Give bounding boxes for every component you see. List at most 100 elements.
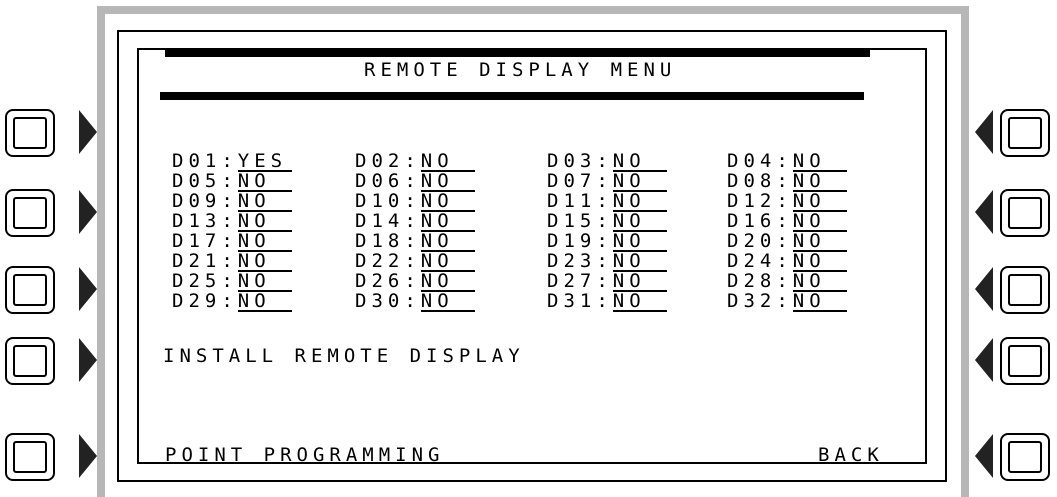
right-soft-key-5[interactable] <box>1000 433 1050 481</box>
display-setting-d13[interactable]: D13:NO <box>172 212 292 232</box>
back-option[interactable]: BACK <box>818 446 884 465</box>
display-value[interactable]: NO <box>612 292 667 312</box>
display-setting-d03[interactable]: D03:NO <box>547 152 667 172</box>
left-soft-key-1[interactable] <box>5 109 55 157</box>
display-setting-d15[interactable]: D15:NO <box>547 212 667 232</box>
display-id: D19 <box>547 230 597 252</box>
display-id: D29 <box>172 290 222 312</box>
display-setting-d21[interactable]: D21:NO <box>172 252 292 272</box>
display-id: D18 <box>355 230 405 252</box>
separator: : <box>404 230 421 252</box>
separator: : <box>596 210 613 232</box>
display-id: D27 <box>547 270 597 292</box>
display-setting-d26[interactable]: D26:NO <box>355 272 475 292</box>
separator: : <box>404 190 421 212</box>
left-arrow-icon-4 <box>79 338 97 382</box>
separator: : <box>776 230 793 252</box>
left-soft-key-4[interactable] <box>5 337 55 385</box>
separator: : <box>221 170 238 192</box>
display-setting-d04[interactable]: D04:NO <box>727 152 847 172</box>
separator: : <box>776 250 793 272</box>
display-setting-d25[interactable]: D25:NO <box>172 272 292 292</box>
right-soft-key-2[interactable] <box>1000 189 1050 237</box>
display-setting-d08[interactable]: D08:NO <box>727 172 847 192</box>
display-setting-d17[interactable]: D17:NO <box>172 232 292 252</box>
separator: : <box>404 170 421 192</box>
display-id: D01 <box>172 150 222 172</box>
display-id: D30 <box>355 290 405 312</box>
display-value[interactable]: NO <box>792 292 847 312</box>
display-id: D20 <box>727 230 777 252</box>
display-setting-d22[interactable]: D22:NO <box>355 252 475 272</box>
separator: : <box>776 270 793 292</box>
display-id: D24 <box>727 250 777 272</box>
separator: : <box>404 150 421 172</box>
display-value[interactable]: NO <box>237 292 292 312</box>
install-remote-display-label[interactable]: INSTALL REMOTE DISPLAY <box>163 347 525 366</box>
separator: : <box>221 270 238 292</box>
display-value[interactable]: NO <box>420 292 475 312</box>
display-setting-d05[interactable]: D05:NO <box>172 172 292 192</box>
display-setting-d14[interactable]: D14:NO <box>355 212 475 232</box>
separator: : <box>776 290 793 312</box>
display-setting-d02[interactable]: D02:NO <box>355 152 475 172</box>
display-id: D14 <box>355 210 405 232</box>
display-setting-d06[interactable]: D06:NO <box>355 172 475 192</box>
display-id: D16 <box>727 210 777 232</box>
separator: : <box>596 150 613 172</box>
display-setting-d24[interactable]: D24:NO <box>727 252 847 272</box>
display-setting-d11[interactable]: D11:NO <box>547 192 667 212</box>
left-arrow-icon-2 <box>79 190 97 234</box>
display-id: D11 <box>547 190 597 212</box>
separator: : <box>221 190 238 212</box>
display-setting-d19[interactable]: D19:NO <box>547 232 667 252</box>
display-id: D05 <box>172 170 222 192</box>
display-id: D04 <box>727 150 777 172</box>
display-setting-d31[interactable]: D31:NO <box>547 292 667 312</box>
display-setting-d27[interactable]: D27:NO <box>547 272 667 292</box>
display-setting-d20[interactable]: D20:NO <box>727 232 847 252</box>
display-id: D06 <box>355 170 405 192</box>
right-arrow-icon-4 <box>975 338 993 382</box>
display-setting-d07[interactable]: D07:NO <box>547 172 667 192</box>
display-setting-d09[interactable]: D09:NO <box>172 192 292 212</box>
display-setting-d23[interactable]: D23:NO <box>547 252 667 272</box>
display-id: D02 <box>355 150 405 172</box>
display-setting-d12[interactable]: D12:NO <box>727 192 847 212</box>
display-setting-d16[interactable]: D16:NO <box>727 212 847 232</box>
left-soft-key-2[interactable] <box>5 189 55 237</box>
left-soft-key-3[interactable] <box>5 266 55 314</box>
display-id: D22 <box>355 250 405 272</box>
display-setting-d18[interactable]: D18:NO <box>355 232 475 252</box>
separator: : <box>404 270 421 292</box>
display-id: D21 <box>172 250 222 272</box>
separator: : <box>776 170 793 192</box>
right-soft-key-1[interactable] <box>1000 109 1050 157</box>
right-arrow-icon-5 <box>975 434 993 478</box>
display-setting-d32[interactable]: D32:NO <box>727 292 847 312</box>
display-setting-d28[interactable]: D28:NO <box>727 272 847 292</box>
right-soft-key-3[interactable] <box>1000 266 1050 314</box>
separator: : <box>221 150 238 172</box>
display-id: D13 <box>172 210 222 232</box>
separator: : <box>221 230 238 252</box>
separator: : <box>776 190 793 212</box>
separator: : <box>404 210 421 232</box>
left-soft-key-5[interactable] <box>5 433 55 481</box>
display-setting-d30[interactable]: D30:NO <box>355 292 475 312</box>
separator: : <box>404 250 421 272</box>
right-soft-key-4[interactable] <box>1000 337 1050 385</box>
separator: : <box>596 190 613 212</box>
display-setting-d10[interactable]: D10:NO <box>355 192 475 212</box>
display-id: D28 <box>727 270 777 292</box>
display-id: D15 <box>547 210 597 232</box>
point-programming-option[interactable]: POINT PROGRAMMING <box>165 446 444 465</box>
display-id: D10 <box>355 190 405 212</box>
display-setting-d01[interactable]: D01:YES <box>172 152 292 172</box>
separator: : <box>221 290 238 312</box>
display-id: D25 <box>172 270 222 292</box>
display-setting-d29[interactable]: D29:NO <box>172 292 292 312</box>
separator: : <box>221 210 238 232</box>
display-id: D26 <box>355 270 405 292</box>
right-arrow-icon-2 <box>975 190 993 234</box>
